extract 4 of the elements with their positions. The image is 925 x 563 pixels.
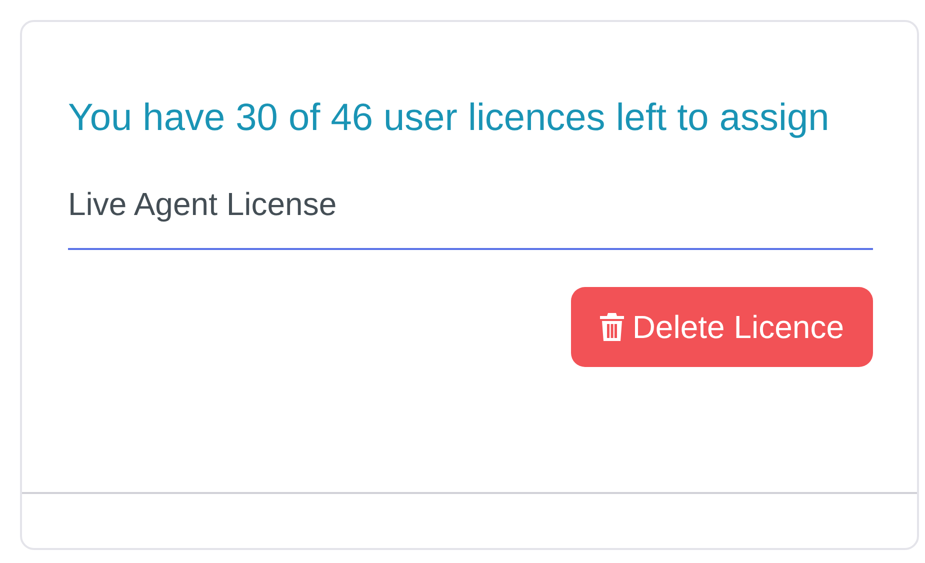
trash-icon (600, 313, 624, 341)
card-heading: You have 30 of 46 user licences left to assign (68, 98, 830, 138)
delete-licence-button[interactable]: Delete Licence (571, 287, 873, 367)
licence-name: Live Agent License (68, 185, 338, 224)
